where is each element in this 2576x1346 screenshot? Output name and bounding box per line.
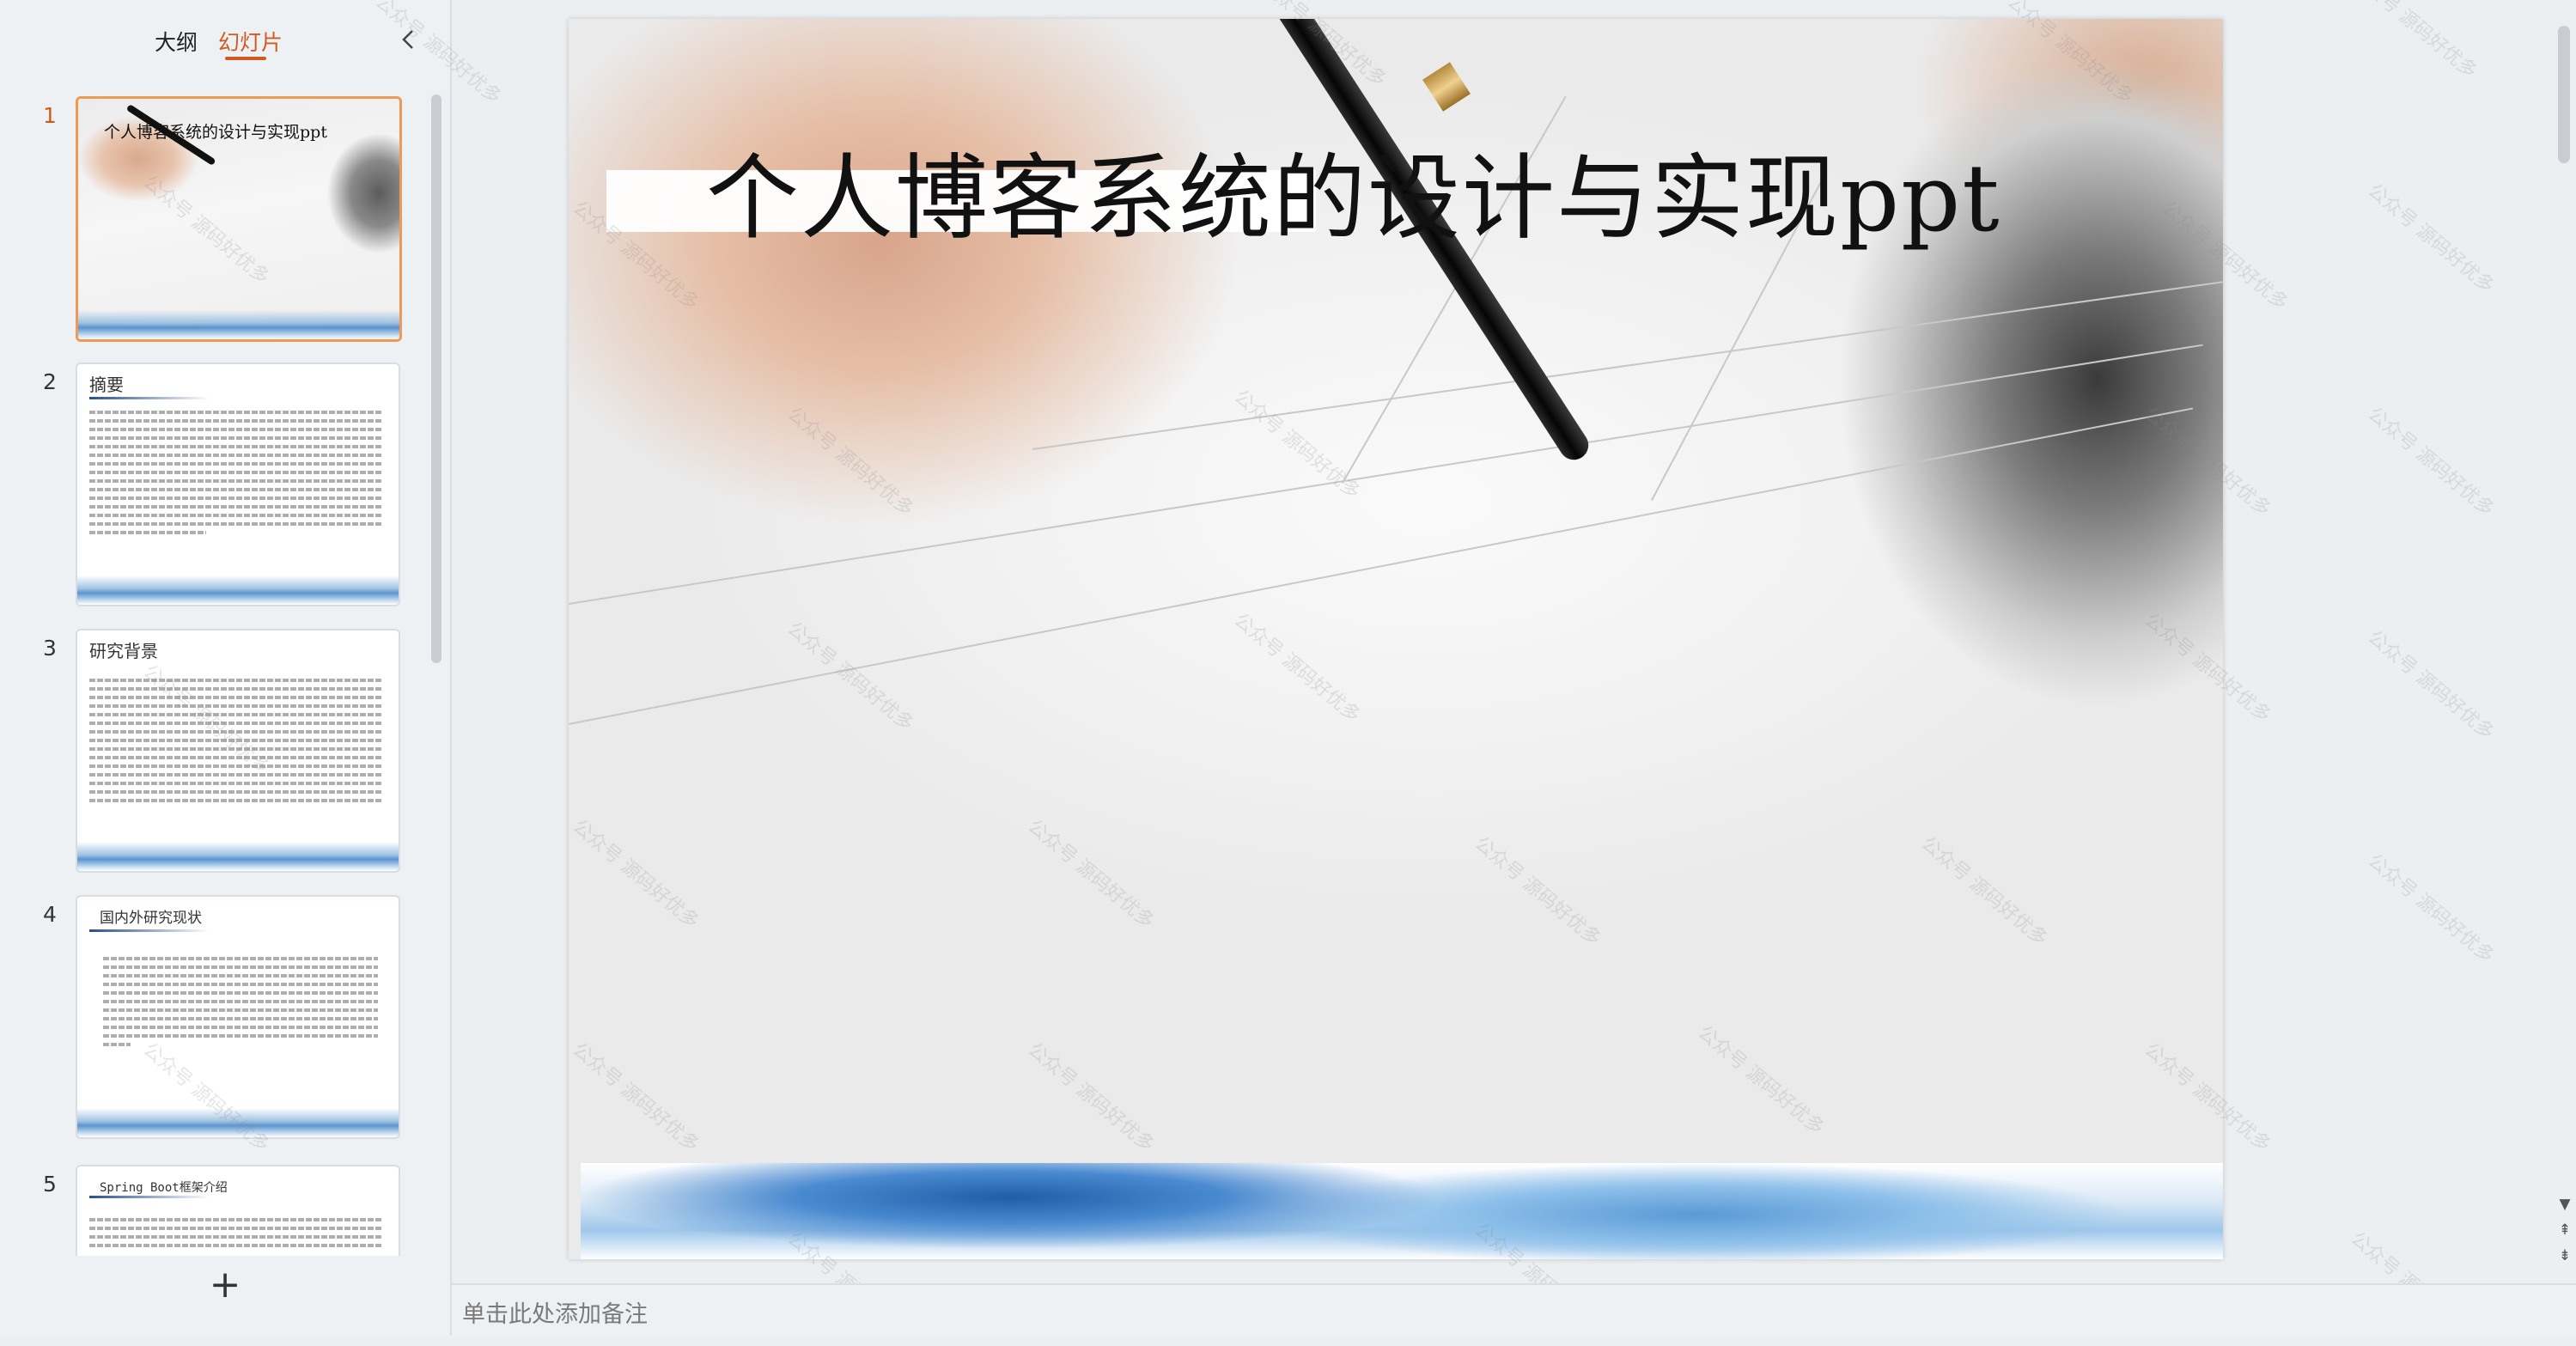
watermark: 公众号 源码好优多	[2363, 403, 2499, 521]
watercolor-decoration	[77, 1108, 399, 1137]
slide-number: 2	[43, 369, 57, 394]
thumbnail-text-lines	[89, 1218, 381, 1252]
chevron-left-icon	[402, 30, 413, 49]
thumbnail-text-lines	[103, 957, 378, 1051]
plus-icon: +	[209, 1263, 241, 1306]
thumbnail-scrollbar[interactable]	[431, 94, 442, 663]
previous-page-button[interactable]: ⇞	[2556, 1221, 2573, 1239]
thumbnail-title: 国内外研究现状	[100, 910, 202, 927]
tab-slides[interactable]: 幻灯片	[218, 26, 283, 57]
watermark: 公众号 源码好优多	[2363, 850, 2499, 968]
slide-panel: 大纲 幻灯片 1 个人博客系统的设计与实现ppt 2 摘要 3 研究背景 4 国…	[0, 0, 452, 1336]
notes-pane[interactable]: 单击此处添加备注	[452, 1283, 2576, 1337]
slide-number: 3	[43, 636, 57, 661]
active-tab-indicator	[225, 57, 266, 60]
thumbnail-text-lines	[89, 411, 381, 539]
next-page-button[interactable]: ⇟	[2556, 1247, 2573, 1264]
panel-tabs: 大纲 幻灯片	[0, 0, 450, 77]
thumbnail-title: 研究背景	[89, 641, 158, 661]
scroll-down-button[interactable]: ▼	[2556, 1196, 2573, 1213]
slide-number: 5	[43, 1172, 57, 1197]
slide-number: 4	[43, 902, 57, 927]
watercolor-decoration	[77, 842, 399, 871]
watermark: 公众号 源码好优多	[2363, 626, 2499, 745]
title-underline	[89, 1196, 210, 1198]
tab-outline[interactable]: 大纲	[155, 26, 198, 57]
slide-thumbnail-4[interactable]: 国内外研究现状	[76, 895, 400, 1139]
title-underline	[89, 397, 210, 399]
add-slide-button[interactable]: +	[206, 1266, 244, 1306]
collapse-panel-button[interactable]	[393, 22, 424, 57]
thumbnail-text-lines	[89, 679, 381, 807]
slide-thumbnail-5[interactable]: Spring Boot框架介绍	[76, 1165, 400, 1256]
slide-canvas[interactable]: 个人博客系统的设计与实现ppt	[569, 19, 2223, 1259]
watercolor-decoration	[581, 1163, 2223, 1259]
title-underline	[89, 929, 210, 932]
watermark: 公众号 源码好优多	[2346, 0, 2482, 83]
watercolor-decoration	[78, 310, 399, 339]
slide-title[interactable]: 个人博客系统的设计与实现ppt	[706, 148, 2001, 251]
thumbnail-title: Spring Boot框架介绍	[100, 1181, 228, 1195]
vertical-scrollbar[interactable]	[2558, 26, 2570, 163]
slide-number: 1	[43, 103, 57, 128]
notes-placeholder: 单击此处添加备注	[462, 1301, 648, 1328]
slide-thumbnail-3[interactable]: 研究背景	[76, 629, 400, 873]
thumbnail-title: 个人博客系统的设计与实现ppt	[104, 123, 327, 142]
watermark: 公众号 源码好优多	[2363, 180, 2499, 298]
thumbnail-title: 摘要	[89, 375, 124, 395]
watercolor-decoration	[77, 576, 399, 605]
slide-thumbnail-1[interactable]: 个人博客系统的设计与实现ppt	[76, 96, 402, 342]
slide-thumbnail-2[interactable]: 摘要	[76, 362, 400, 606]
